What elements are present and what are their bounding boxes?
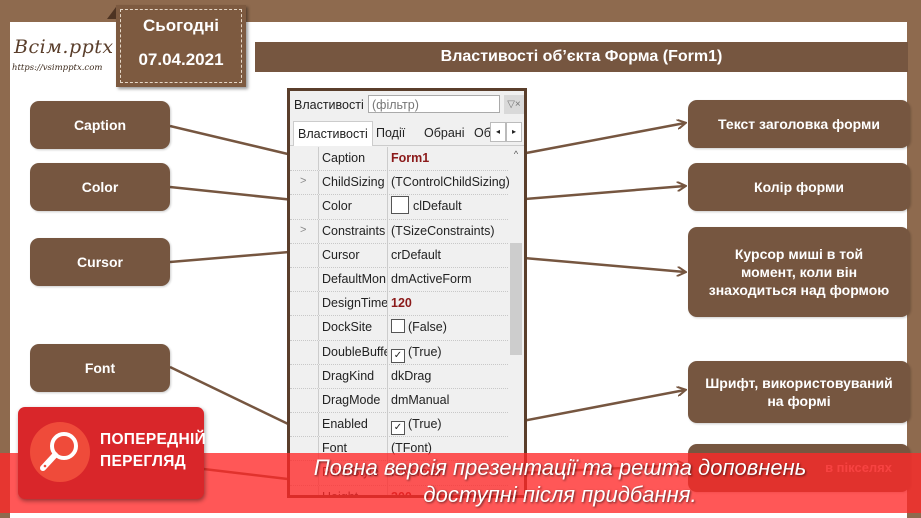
preview-line-1: ПОПЕРЕДНІЙ <box>100 431 207 448</box>
property-name: DesignTime <box>318 292 388 316</box>
banner-line-2: доступні після придбання. <box>423 482 697 507</box>
preview-line-2: ПЕРЕГЛЯД <box>100 453 187 470</box>
callout-caption-desc: Текст заголовка форми <box>688 100 910 148</box>
property-row-designtime[interactable]: DesignTime 120 <box>290 292 508 317</box>
magnifier-icon <box>30 422 90 482</box>
property-value[interactable]: dmActiveForm <box>387 267 508 292</box>
callout-font: Font <box>30 344 170 392</box>
property-value[interactable]: dkDrag <box>387 364 508 388</box>
callout-font-desc: Шрифт, використовуваний на формі <box>688 361 910 423</box>
callout-cursor-label: Cursor <box>77 254 123 270</box>
callout-cursor: Cursor <box>30 238 170 286</box>
tab-restricted[interactable]: Об <box>470 121 490 145</box>
tab-prev-icon[interactable]: ◂ <box>490 122 506 142</box>
property-value-bool[interactable]: ✓ (True) <box>387 340 508 364</box>
property-row-cursor[interactable]: Cursor crDefault <box>290 243 508 268</box>
tab-events[interactable]: Події <box>372 121 409 145</box>
property-row-defaultmonitor[interactable]: DefaultMon dmActiveForm <box>290 267 508 293</box>
property-row-caption[interactable]: Caption Form1 <box>290 147 508 172</box>
expand-icon[interactable]: > <box>300 175 306 187</box>
property-value[interactable]: Form1 <box>387 147 508 171</box>
property-row-enabled[interactable]: Enabled ✓ (True) <box>290 413 508 438</box>
checkbox-unchecked[interactable] <box>391 319 405 334</box>
property-row-color[interactable]: Color clDefault <box>290 195 508 220</box>
property-name: DefaultMon <box>318 267 388 292</box>
tab-favorites[interactable]: Обрані <box>420 121 468 145</box>
property-value-bool[interactable]: ✓ (True) <box>387 413 508 437</box>
checkbox-checked[interactable]: ✓ <box>391 348 405 363</box>
callout-caption: Caption <box>30 101 170 149</box>
filter-row: Властивості (фільтр) ▽× <box>290 93 524 117</box>
preview-label: ПОПЕРЕДНІЙ ПЕРЕГЛЯД <box>100 429 206 473</box>
property-grid: Caption Form1 > ChildSizing (TControlChi… <box>290 147 510 495</box>
property-value[interactable]: crDefault <box>387 243 508 267</box>
callout-caption-label: Caption <box>73 117 127 133</box>
inspector-tabs: Властивості Події Обрані Об ◂ ▸ <box>290 119 524 146</box>
property-value[interactable]: 120 <box>387 292 508 316</box>
property-value: (True) <box>408 344 442 359</box>
callout-cursor-desc-label: Курсор миші в той момент, коли він знахо… <box>708 246 890 298</box>
property-value: (False) <box>408 320 447 335</box>
property-name: DoubleBuffe <box>318 340 388 364</box>
property-value[interactable]: (TControlChildSizing) <box>387 171 510 195</box>
scroll-up-icon[interactable]: ^ <box>509 149 523 159</box>
callout-color-desc: Колір форми <box>688 163 910 211</box>
property-name: DragKind <box>318 364 388 388</box>
checkbox-checked[interactable]: ✓ <box>391 421 405 436</box>
property-name: DockSite <box>318 316 388 340</box>
color-swatch <box>391 196 409 215</box>
property-name: Color <box>318 195 388 219</box>
property-name: Constraints <box>318 219 388 243</box>
property-value[interactable]: dmManual <box>387 388 508 413</box>
callout-font-desc-label: Шрифт, використовуваний на формі <box>705 375 893 409</box>
callout-cursor-desc: Курсор миші в той момент, коли він знахо… <box>688 227 910 317</box>
callout-color-desc-label: Колір форми <box>754 179 844 195</box>
property-row-childsizing[interactable]: > ChildSizing (TControlChildSizing) <box>290 171 510 196</box>
arrow-caption-desc <box>504 123 685 159</box>
callout-caption-desc-label: Текст заголовка форми <box>718 116 880 132</box>
callout-font-label: Font <box>84 360 116 376</box>
property-name: Enabled <box>318 413 388 437</box>
property-row-constraints[interactable]: > Constraints (TSizeConstraints) <box>290 219 508 244</box>
vertical-scrollbar[interactable]: ^ <box>509 147 523 487</box>
tab-properties[interactable]: Властивості <box>293 121 373 146</box>
filter-clear-icon[interactable]: ▽× <box>504 95 524 114</box>
purchase-banner-text: Повна версія презентації та решта доповн… <box>250 454 870 508</box>
property-row-dragmode[interactable]: DragMode dmManual <box>290 388 508 414</box>
property-value[interactable]: (TSizeConstraints) <box>387 219 508 243</box>
filter-label: Властивості <box>294 98 364 112</box>
callout-color: Color <box>30 163 170 211</box>
property-value-color[interactable]: clDefault <box>387 195 508 219</box>
property-row-dragkind[interactable]: DragKind dkDrag <box>290 364 508 389</box>
callout-color-label: Color <box>81 179 119 195</box>
property-name: ChildSizing <box>318 171 388 195</box>
property-name: Caption <box>318 147 388 171</box>
property-value: clDefault <box>413 199 462 214</box>
property-name: DragMode <box>318 388 388 413</box>
object-inspector: Властивості (фільтр) ▽× Властивості Поді… <box>287 88 527 498</box>
preview-badge[interactable]: ПОПЕРЕДНІЙ ПЕРЕГЛЯД <box>18 407 206 499</box>
property-row-doublebuffered[interactable]: DoubleBuffe ✓ (True) <box>290 340 508 365</box>
expand-icon[interactable]: > <box>300 224 306 236</box>
tab-next-icon[interactable]: ▸ <box>506 122 522 142</box>
property-value: (True) <box>408 417 442 432</box>
scroll-thumb[interactable] <box>510 243 522 355</box>
filter-input[interactable]: (фільтр) <box>368 95 500 113</box>
property-value-bool[interactable]: (False) <box>387 316 508 340</box>
banner-line-1: Повна версія презентації та решта доповн… <box>313 455 807 480</box>
property-name: Cursor <box>318 243 388 267</box>
property-row-docksite[interactable]: DockSite (False) <box>290 316 508 341</box>
